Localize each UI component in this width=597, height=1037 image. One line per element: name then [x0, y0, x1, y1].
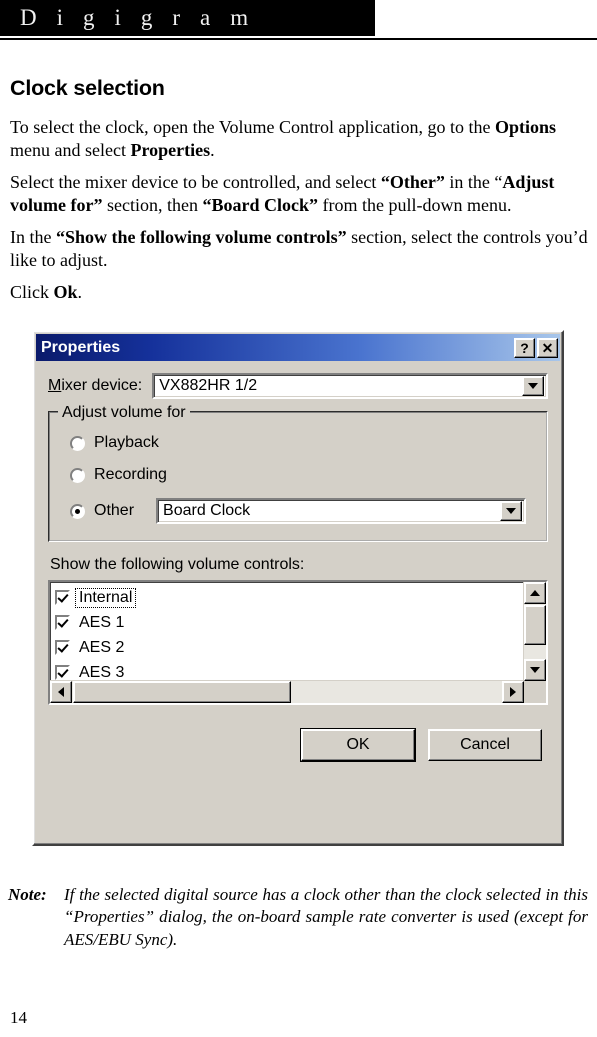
scrollbar-corner [524, 681, 546, 703]
radio-selected-dot [75, 508, 80, 514]
mixer-device-row: Mixer device: VX882HR 1/2 [48, 373, 548, 399]
volume-controls-caption: Show the following volume controls: [50, 556, 305, 573]
dialog-titlebar[interactable]: Properties ? ✕ [36, 334, 560, 361]
note-text: If the selected digital source has a clo… [64, 885, 588, 949]
list-item[interactable]: AES 1 [55, 610, 546, 635]
radio-row-other[interactable]: Other Board Clock [70, 498, 536, 524]
radio-other-label: Other [94, 502, 135, 519]
mixer-device-label: Mixer device: [48, 377, 143, 394]
adjust-volume-group-title: Adjust volume for [58, 404, 190, 422]
radio-row-playback[interactable]: Playback [70, 434, 536, 452]
note-block: Note: If the selected digital source has… [8, 884, 588, 951]
adjust-volume-group: Adjust volume for Playback Recording Oth… [48, 404, 548, 542]
note-label: Note: [8, 885, 47, 904]
volume-controls-items: Internal AES 1 AES 2 AES 3 [50, 582, 546, 685]
paragraph: In the “Show the following volume contro… [10, 227, 588, 271]
radio-playback[interactable] [70, 435, 85, 451]
page-number: 14 [10, 1008, 27, 1027]
vertical-scrollbar[interactable] [523, 582, 546, 681]
paragraph-list: To select the clock, open the Volume Con… [10, 116, 588, 304]
vertical-scroll-thumb[interactable] [524, 605, 546, 645]
paragraph: Select the mixer device to be controlled… [10, 172, 555, 216]
mixer-device-select[interactable]: VX882HR 1/2 [152, 373, 548, 399]
paragraph: To select the clock, open the Volume Con… [10, 117, 557, 161]
dialog-content: Mixer device: VX882HR 1/2 Adjust volume … [34, 361, 562, 771]
scroll-right-icon[interactable] [502, 681, 524, 703]
page-title: Clock selection [10, 76, 165, 100]
header-divider [0, 38, 597, 40]
checkbox-checked-icon[interactable] [55, 665, 70, 680]
chevron-down-icon[interactable] [522, 376, 544, 396]
scroll-down-icon[interactable] [524, 659, 546, 681]
help-button[interactable]: ? [514, 337, 535, 358]
brand-title: Digigram [20, 5, 269, 30]
radio-row-recording[interactable]: Recording [70, 466, 536, 484]
scroll-up-icon[interactable] [524, 582, 546, 604]
list-item[interactable]: Internal [55, 585, 546, 610]
mixer-device-value: VX882HR 1/2 [159, 377, 258, 394]
list-item[interactable]: AES 2 [55, 635, 546, 660]
brand-header: Digigram [0, 0, 375, 36]
radio-recording[interactable] [70, 467, 85, 483]
cancel-button[interactable]: Cancel [428, 729, 542, 761]
close-icon[interactable]: ✕ [537, 337, 558, 358]
list-item-label: AES 3 [79, 663, 125, 681]
scroll-left-icon[interactable] [50, 681, 72, 703]
document-body: Clock selection To select the clock, ope… [10, 76, 588, 313]
list-item-label: AES 2 [79, 638, 125, 656]
paragraph: Click Ok. [10, 282, 83, 303]
other-source-select[interactable]: Board Clock [156, 498, 526, 524]
dialog-button-row: OK Cancel [48, 728, 548, 762]
radio-recording-label: Recording [94, 466, 167, 483]
properties-dialog: Properties ? ✕ Mixer device: VX882HR 1/2… [32, 330, 564, 846]
radio-playback-label: Playback [94, 434, 159, 451]
checkbox-checked-icon[interactable] [55, 640, 70, 655]
list-item-label: Internal [74, 587, 137, 608]
dialog-title: Properties [41, 338, 121, 356]
volume-controls-listbox[interactable]: Internal AES 1 AES 2 AES 3 [48, 580, 548, 705]
radio-other[interactable] [70, 503, 85, 519]
horizontal-scrollbar[interactable] [50, 680, 524, 703]
checkbox-checked-icon[interactable] [55, 590, 70, 605]
checkbox-checked-icon[interactable] [55, 615, 70, 630]
chevron-down-icon[interactable] [500, 501, 522, 521]
other-source-value: Board Clock [163, 502, 251, 519]
list-item-label: AES 1 [79, 613, 125, 631]
horizontal-scroll-thumb[interactable] [73, 681, 291, 703]
ok-button[interactable]: OK [300, 728, 416, 762]
